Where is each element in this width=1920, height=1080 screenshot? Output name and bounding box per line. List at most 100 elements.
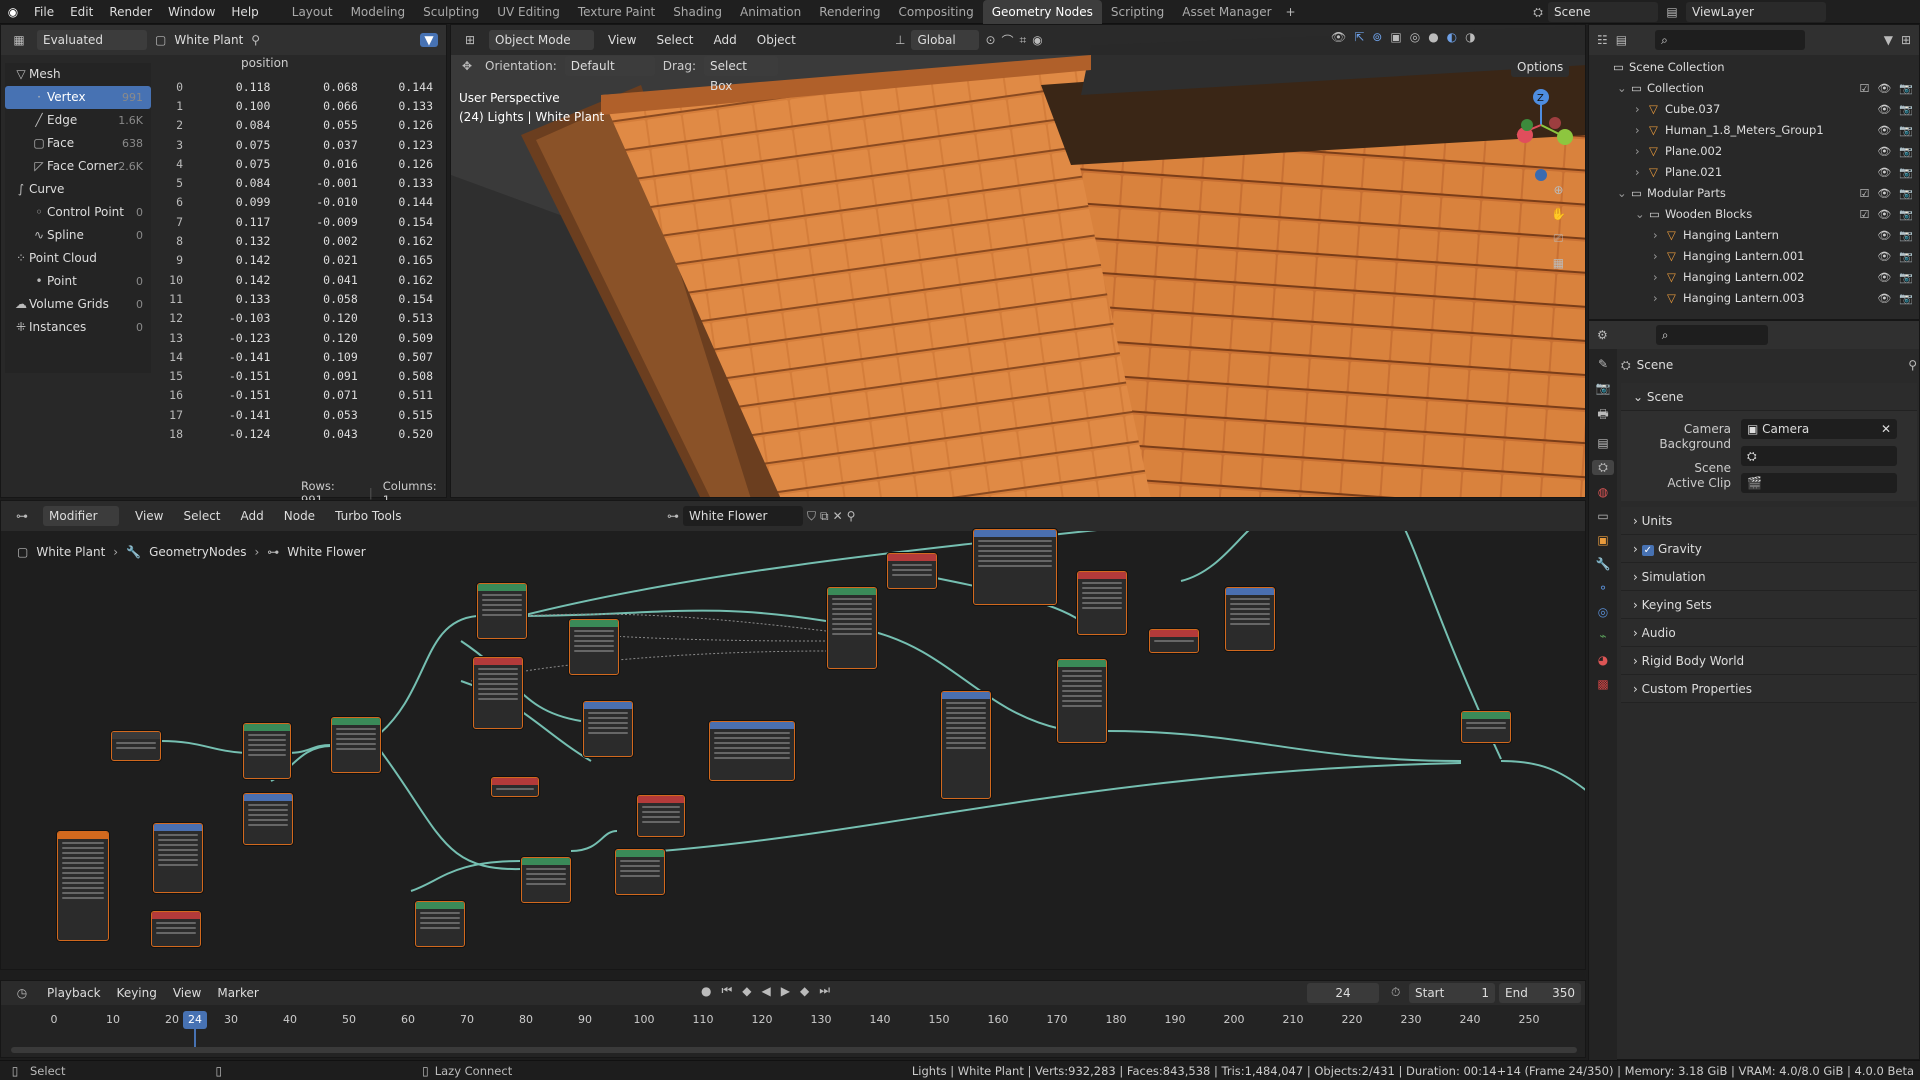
duplicate-icon[interactable]: ⧉ — [820, 509, 829, 524]
outliner-item[interactable]: › ▽ Human_1.8_Meters_Group1 👁 📷 — [1589, 120, 1919, 141]
chevron-right-icon[interactable]: › — [1653, 246, 1667, 267]
outliner-item[interactable]: › ▽ Hanging Lantern.002 👁 📷 — [1589, 267, 1919, 288]
wireframe-shading-icon[interactable]: ◎ — [1410, 30, 1420, 44]
domain-mesh[interactable]: ▽ Mesh — [5, 63, 151, 86]
visibility-icon[interactable]: 👁 — [1331, 30, 1346, 44]
outliner-item[interactable]: › ▽ Hanging Lantern.001 👁 📷 — [1589, 246, 1919, 267]
scene-panel-header[interactable]: ⌄ Scene — [1621, 383, 1917, 411]
node-editor-type-icon[interactable]: ⊶ — [9, 509, 35, 523]
zoom-icon[interactable]: ⊕ — [1551, 183, 1566, 197]
proportional-edit-icon[interactable]: ◉ — [1032, 33, 1042, 47]
spreadsheet-editor-icon[interactable]: ▦ — [9, 33, 29, 47]
prev-keyframe-icon[interactable]: ◆ — [742, 984, 751, 998]
chevron-right-icon[interactable]: › — [1653, 267, 1667, 288]
timeline-menu-keying[interactable]: Keying — [113, 981, 161, 1005]
view-layer-selector[interactable]: ViewLayer — [1686, 2, 1826, 22]
chevron-right-icon[interactable]: › — [1635, 120, 1649, 141]
node-block[interactable] — [887, 553, 937, 589]
node-menu-turbo-tools[interactable]: Turbo Tools — [327, 504, 409, 528]
menu-edit[interactable]: Edit — [62, 0, 101, 24]
panel-audio[interactable]: › Audio — [1621, 619, 1917, 647]
outliner-item[interactable]: ⌄ ▭ Modular Parts ☑ 👁 📷 — [1589, 183, 1919, 204]
constraints-tab-icon[interactable]: ⌁ — [1599, 629, 1606, 643]
domain-curve[interactable]: ∫ Curve — [5, 178, 151, 201]
gravity-checkbox[interactable]: ✓ — [1641, 545, 1655, 556]
chevron-right-icon[interactable]: › — [1653, 225, 1667, 246]
jump-start-icon[interactable]: ⏮ — [721, 983, 732, 998]
timeline[interactable]: ◷ Playback Keying View Marker ● ⏮ ◆ ◀ ▶ ◆ ⏭… — [0, 980, 1586, 1058]
domain-instances[interactable]: ⁜ Instances 0 — [5, 316, 151, 339]
domain-face[interactable]: ▢ Face 638 — [5, 132, 151, 155]
particles-tab-icon[interactable]: ⚬ — [1598, 581, 1608, 595]
unlink-icon[interactable]: ✕ — [833, 509, 843, 523]
workspace-tab-sculpting[interactable]: Sculpting — [414, 0, 488, 24]
data-tab-icon[interactable]: ◕ — [1598, 653, 1608, 667]
domain-vertex[interactable]: · Vertex 991 — [5, 86, 151, 109]
timeline-menu-marker[interactable]: Marker — [213, 981, 262, 1005]
node-block[interactable] — [473, 657, 523, 729]
blender-logo-icon[interactable]: ◉ — [0, 5, 26, 19]
camera-render-icon[interactable]: 📷 — [1899, 292, 1913, 305]
material-shading-icon[interactable]: ◐ — [1447, 30, 1457, 44]
current-frame-field[interactable]: 24 — [1307, 983, 1379, 1003]
panel-simulation[interactable]: › Simulation — [1621, 563, 1917, 591]
xray-icon[interactable]: ▣ — [1390, 30, 1401, 44]
eye-icon[interactable]: 👁 — [1877, 124, 1891, 137]
eye-icon[interactable]: 👁 — [1877, 145, 1891, 158]
outliner-filter-icon[interactable]: ▼ — [1884, 33, 1893, 47]
node-block[interactable] — [1461, 711, 1511, 743]
node-block[interactable] — [1225, 587, 1275, 651]
panel-gravity[interactable]: › ✓ Gravity — [1621, 535, 1917, 563]
camera-render-icon[interactable]: 📷 — [1899, 187, 1913, 200]
pin-icon[interactable]: ⚲ — [847, 509, 856, 523]
workspace-tab-geometry-nodes[interactable]: Geometry Nodes — [982, 0, 1102, 24]
rendered-shading-icon[interactable]: ◑ — [1465, 30, 1475, 44]
workspace-tab-layout[interactable]: Layout — [283, 0, 342, 24]
editor-context-dropdown[interactable]: Modifier — [43, 506, 119, 526]
domain-volume-grids[interactable]: ☁ Volume Grids 0 — [5, 293, 151, 316]
modifier-tab-icon[interactable]: 🔧 — [1596, 557, 1611, 571]
camera-render-icon[interactable]: 📷 — [1899, 124, 1913, 137]
node-block[interactable] — [331, 717, 381, 773]
display-mode-icon[interactable]: ▤ — [1616, 33, 1627, 47]
viewport-menu-view[interactable]: View — [600, 28, 644, 52]
expand-chevron-icon[interactable]: ⌄ — [1617, 78, 1631, 99]
node-block[interactable] — [243, 723, 291, 779]
active-clip-selector[interactable]: 🎬 — [1741, 473, 1897, 493]
new-collection-icon[interactable]: ⊞ — [1901, 33, 1911, 47]
workspace-tab-rendering[interactable]: Rendering — [810, 0, 889, 24]
chevron-right-icon[interactable]: › — [1635, 141, 1649, 162]
node-block[interactable] — [477, 583, 527, 639]
node-block[interactable] — [521, 857, 571, 903]
pivot-icon[interactable]: ⊙ — [985, 33, 995, 47]
viewport-menu-select[interactable]: Select — [648, 28, 701, 52]
drag-dropdown[interactable]: Select Box — [703, 56, 778, 93]
workspace-tab-compositing[interactable]: Compositing — [889, 0, 982, 24]
node-block[interactable] — [153, 823, 203, 893]
eye-icon[interactable]: 👁 — [1877, 229, 1891, 242]
camera-render-icon[interactable]: 📷 — [1899, 229, 1913, 242]
node-block[interactable] — [57, 831, 109, 941]
transform-orientation-dropdown[interactable]: Global — [911, 30, 980, 50]
camera-render-icon[interactable]: 📷 — [1899, 82, 1913, 95]
camera-render-icon[interactable]: 📷 — [1899, 103, 1913, 116]
node-block[interactable] — [827, 587, 877, 669]
overlays-icon[interactable]: ⊚ — [1372, 30, 1382, 44]
view-layer-tab-icon[interactable]: ▤ — [1597, 436, 1608, 450]
render-tab-icon[interactable]: 📷 — [1596, 381, 1611, 395]
3d-viewport[interactable]: ⊞ Object Mode View Select Add Object ⊥ Glob… — [450, 24, 1586, 498]
pan-hand-icon[interactable]: ✋ — [1551, 207, 1566, 221]
move-tool-icon[interactable]: ✥ — [457, 59, 477, 73]
camera-render-icon[interactable]: 📷 — [1899, 271, 1913, 284]
outliner-editor-icon[interactable]: ☷ — [1597, 33, 1608, 47]
menu-file[interactable]: File — [26, 0, 62, 24]
snap-icon[interactable]: ⌒ — [1002, 32, 1014, 49]
camera-render-icon[interactable]: 📷 — [1899, 208, 1913, 221]
jump-end-icon[interactable]: ⏭ — [819, 983, 830, 998]
node-block[interactable] — [1057, 659, 1107, 743]
domain-point[interactable]: • Point 0 — [5, 270, 151, 293]
eye-icon[interactable]: 👁 — [1877, 292, 1891, 305]
workspace-tab-animation[interactable]: Animation — [731, 0, 810, 24]
outliner-item[interactable]: ▭ Scene Collection — [1589, 57, 1919, 78]
menu-window[interactable]: Window — [160, 0, 223, 24]
